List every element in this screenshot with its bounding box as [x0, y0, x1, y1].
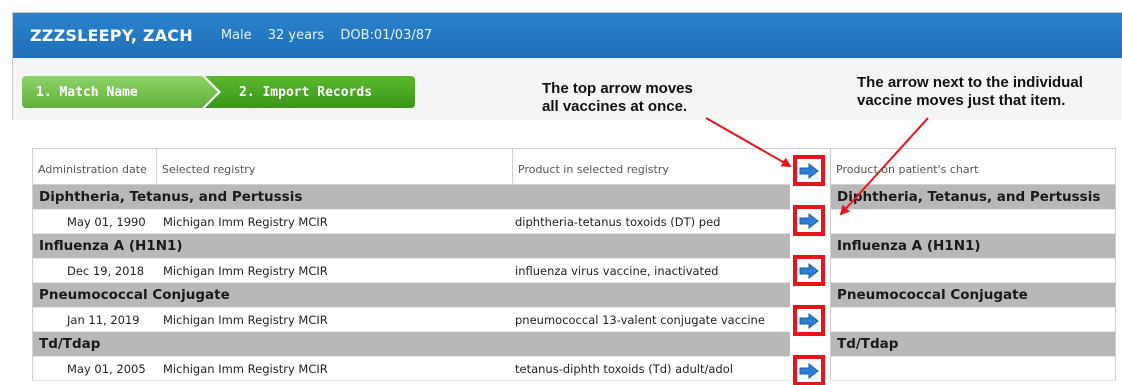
callout-item-arrow-line2: vaccine moves just that item.: [857, 92, 1066, 109]
patient-age: 32 years: [267, 28, 325, 43]
step-import-records[interactable]: 2. Import Records: [205, 76, 415, 108]
move-all-button[interactable]: [793, 155, 825, 186]
chart-group-header: Pneumococcal Conjugate: [831, 283, 1115, 308]
group-header: Td/Tdap: [33, 332, 790, 357]
right-arrow-icon: [799, 362, 819, 379]
group-header: Diphtheria, Tetanus, and Pertussis: [33, 185, 790, 210]
registry-grid: Administration date Selected registry Pr…: [32, 148, 790, 381]
chart-group-header: Diphtheria, Tetanus, and Pertussis: [831, 185, 1115, 210]
cell-date: Jan 11, 2019: [67, 312, 140, 327]
registry-grid-header: Administration date Selected registry Pr…: [33, 148, 790, 185]
col-product-registry[interactable]: Product in selected registry: [513, 149, 790, 184]
callout-item-arrow-line1: The arrow next to the individual: [857, 74, 1083, 91]
move-item-button-pneumococcal[interactable]: [793, 305, 825, 336]
chart-row-empty: [831, 210, 1115, 234]
col-product-chart[interactable]: Product on patient's chart: [831, 149, 1115, 184]
cell-product: diphtheria-tetanus toxoids (DT) ped: [515, 214, 721, 229]
chart-row-empty: [831, 259, 1115, 283]
cell-product: pneumococcal 13-valent conjugate vaccine: [515, 312, 765, 327]
callout-top-arrow: The top arrow moves all vaccines at once…: [542, 80, 693, 116]
patient-header: ZZZSLEEPY, ZACH Male 32 years DOB:01/03/…: [12, 12, 1122, 58]
patient-dob: DOB:01/03/87: [340, 28, 433, 43]
patient-demographics: Male 32 years DOB:01/03/87: [221, 28, 444, 43]
chart-row-empty: [831, 308, 1115, 332]
cell-date: Dec 19, 2018: [67, 263, 145, 278]
move-item-button-dtp[interactable]: [793, 205, 825, 236]
callout-top-arrow-line2: all vaccines at once.: [542, 98, 688, 115]
table-row[interactable]: Jan 11, 2019 Michigan Imm Registry MCIR …: [33, 308, 790, 332]
right-arrow-icon: [799, 212, 819, 229]
cell-registry: Michigan Imm Registry MCIR: [163, 312, 328, 327]
cell-registry: Michigan Imm Registry MCIR: [163, 263, 328, 278]
chart-group-header: Influenza A (H1N1): [831, 234, 1115, 259]
patient-name: ZZZSLEEPY, ZACH: [30, 26, 193, 45]
patient-sex: Male: [220, 28, 252, 43]
table-row[interactable]: May 01, 1990 Michigan Imm Registry MCIR …: [33, 210, 790, 234]
cell-date: May 01, 2005: [67, 361, 146, 376]
move-arrow-column: [790, 148, 830, 385]
cell-date: May 01, 1990: [67, 214, 146, 229]
col-admin-date[interactable]: Administration date: [33, 149, 157, 184]
step-match-name[interactable]: 1. Match Name: [22, 76, 218, 108]
chart-row-empty: [831, 357, 1115, 381]
cell-product: tetanus-diphth toxoids (Td) adult/adol: [515, 361, 733, 376]
cell-product: influenza virus vaccine, inactivated: [515, 263, 719, 278]
callout-item-arrow: The arrow next to the individual vaccine…: [857, 74, 1083, 110]
right-arrow-icon: [799, 262, 819, 279]
col-selected-registry[interactable]: Selected registry: [157, 149, 513, 184]
group-header: Pneumococcal Conjugate: [33, 283, 790, 308]
table-row[interactable]: Dec 19, 2018 Michigan Imm Registry MCIR …: [33, 259, 790, 283]
group-header: Influenza A (H1N1): [33, 234, 790, 259]
move-item-button-tdtdap[interactable]: [793, 355, 825, 385]
cell-registry: Michigan Imm Registry MCIR: [163, 361, 328, 376]
right-arrow-icon: [799, 312, 819, 329]
move-item-button-influenza[interactable]: [793, 255, 825, 286]
patient-chart-grid-header: Product on patient's chart: [831, 148, 1115, 185]
patient-chart-grid: Product on patient's chart Diphtheria, T…: [830, 148, 1116, 381]
table-row[interactable]: May 01, 2005 Michigan Imm Registry MCIR …: [33, 357, 790, 381]
callout-top-arrow-line1: The top arrow moves: [542, 80, 693, 97]
right-arrow-icon: [799, 162, 819, 179]
chart-group-header: Td/Tdap: [831, 332, 1115, 357]
cell-registry: Michigan Imm Registry MCIR: [163, 214, 328, 229]
